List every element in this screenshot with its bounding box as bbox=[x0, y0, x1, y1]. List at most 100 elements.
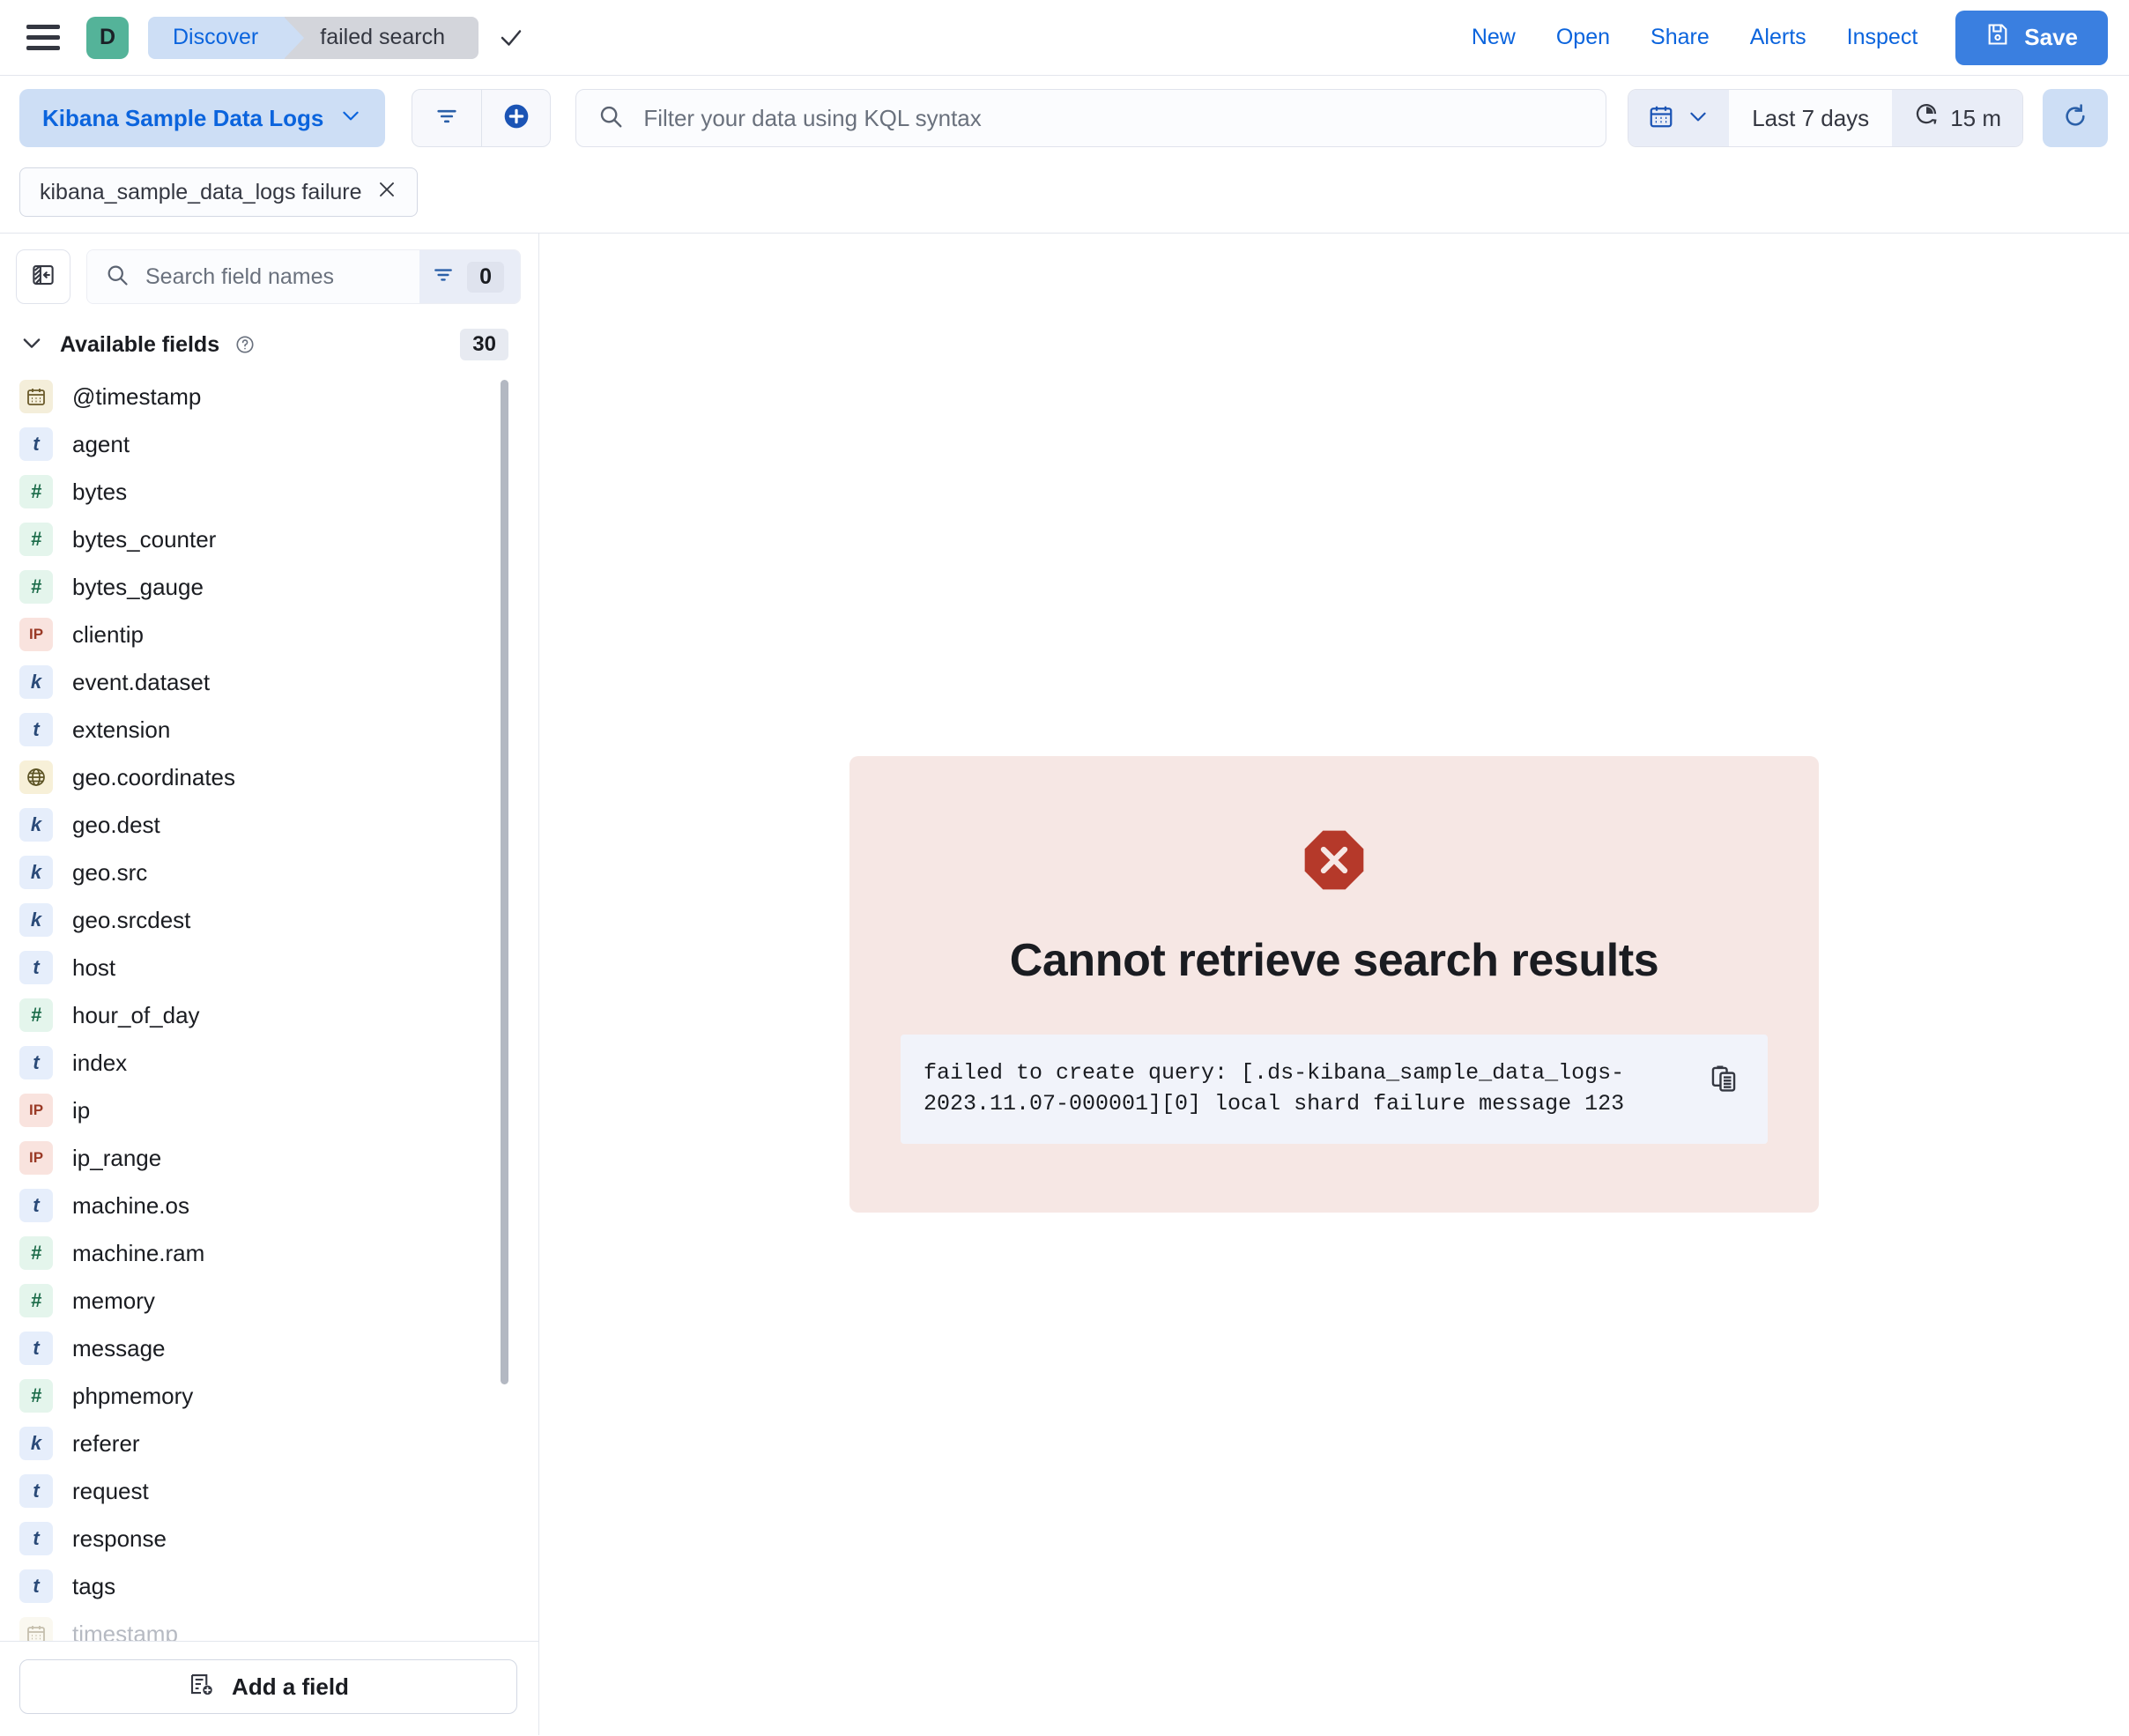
hamburger-menu-icon[interactable] bbox=[26, 19, 63, 56]
field-item[interactable]: t machine.os bbox=[19, 1182, 538, 1229]
date-quick-select-button[interactable] bbox=[1628, 90, 1730, 146]
field-item[interactable]: k geo.srcdest bbox=[19, 896, 538, 944]
data-view-selector[interactable]: Kibana Sample Data Logs bbox=[19, 89, 386, 147]
field-type-k-icon: k bbox=[19, 856, 53, 889]
field-item[interactable]: geo.coordinates bbox=[19, 753, 538, 801]
field-item[interactable]: t index bbox=[19, 1039, 538, 1087]
time-range-display[interactable]: Last 7 days bbox=[1729, 90, 1893, 146]
space-avatar[interactable]: D bbox=[86, 16, 129, 59]
filter-icon bbox=[432, 263, 455, 291]
field-type-ip-icon: IP bbox=[19, 1094, 53, 1127]
field-item[interactable]: t host bbox=[19, 944, 538, 991]
alerts-link[interactable]: Alerts bbox=[1730, 25, 1827, 50]
field-item[interactable]: # phpmemory bbox=[19, 1372, 538, 1420]
field-type-n-icon: # bbox=[19, 475, 53, 508]
inspect-link[interactable]: Inspect bbox=[1827, 25, 1939, 50]
field-name: ip bbox=[72, 1096, 91, 1124]
collapse-sidebar-button[interactable] bbox=[16, 249, 70, 304]
results-content-area: Cannot retrieve search results failed to… bbox=[539, 234, 2129, 1735]
field-list: @timestamp t agent # bytes # bytes_counter # byt… bbox=[0, 373, 538, 1641]
sidebar-footer: Add a field bbox=[0, 1641, 538, 1735]
filter-pill[interactable]: kibana_sample_data_logs failure bbox=[19, 167, 418, 217]
field-name: @timestamp bbox=[72, 382, 202, 410]
field-item[interactable]: # bytes bbox=[19, 468, 538, 516]
field-type-ip-icon: IP bbox=[19, 618, 53, 651]
refresh-interval-value: 15 m bbox=[1950, 104, 2001, 131]
add-field-icon bbox=[188, 1671, 214, 1703]
field-type-n-icon: # bbox=[19, 570, 53, 604]
breadcrumb-failed-search[interactable]: failed search bbox=[285, 16, 478, 59]
search-field-names-input[interactable]: Search field names bbox=[87, 250, 420, 303]
available-fields-label: Available fields bbox=[60, 331, 220, 357]
field-item[interactable]: @timestamp bbox=[19, 373, 538, 420]
filter-options-button[interactable] bbox=[412, 90, 481, 146]
available-fields-header[interactable]: Available fields 30 bbox=[0, 316, 538, 373]
check-icon bbox=[498, 25, 524, 51]
help-circle-icon[interactable] bbox=[235, 335, 255, 354]
field-item[interactable]: t message bbox=[19, 1324, 538, 1372]
field-item[interactable]: t agent bbox=[19, 420, 538, 468]
breadcrumb-discover[interactable]: Discover bbox=[148, 16, 305, 59]
field-type-filter-button[interactable]: 0 bbox=[419, 250, 520, 303]
error-message-text: failed to create query: [.ds-kibana_samp… bbox=[924, 1060, 1625, 1117]
field-name: request bbox=[72, 1477, 149, 1504]
field-type-t-icon: t bbox=[19, 1474, 53, 1508]
field-item[interactable]: k geo.src bbox=[19, 849, 538, 896]
open-link[interactable]: Open bbox=[1536, 25, 1630, 50]
field-list-scrollbar[interactable] bbox=[501, 373, 508, 1641]
refresh-interval-display[interactable]: 15 m bbox=[1892, 90, 2022, 146]
field-type-geo-icon bbox=[19, 760, 53, 794]
kql-search-input[interactable]: Filter your data using KQL syntax bbox=[575, 89, 1607, 147]
field-item[interactable]: IP clientip bbox=[19, 611, 538, 658]
field-item[interactable]: IP ip bbox=[19, 1087, 538, 1134]
field-name: hour_of_day bbox=[72, 1001, 200, 1028]
field-search-group: Search field names 0 bbox=[86, 249, 521, 304]
field-name: tags bbox=[72, 1572, 116, 1599]
close-icon[interactable] bbox=[376, 179, 397, 206]
field-type-date-icon bbox=[19, 380, 53, 413]
field-name: referer bbox=[72, 1429, 140, 1457]
field-item[interactable]: k referer bbox=[19, 1420, 538, 1467]
plus-circle-icon bbox=[502, 102, 530, 135]
field-item[interactable]: # machine.ram bbox=[19, 1229, 538, 1277]
filter-pill-label: kibana_sample_data_logs failure bbox=[40, 179, 362, 204]
field-item[interactable]: t extension bbox=[19, 706, 538, 753]
field-type-t-icon: t bbox=[19, 1522, 53, 1555]
field-type-t-icon: t bbox=[19, 1046, 53, 1079]
field-item[interactable]: k geo.dest bbox=[19, 801, 538, 849]
field-name: message bbox=[72, 1334, 166, 1361]
field-name: timestamp bbox=[72, 1620, 178, 1642]
field-name: bytes_counter bbox=[72, 525, 217, 553]
refresh-button[interactable] bbox=[2043, 89, 2108, 147]
search-icon bbox=[597, 103, 624, 134]
save-button[interactable]: Save bbox=[1955, 10, 2108, 65]
time-picker-group: Last 7 days 15 m bbox=[1628, 89, 2023, 147]
field-item[interactable]: # memory bbox=[19, 1277, 538, 1324]
scrollbar-thumb[interactable] bbox=[501, 380, 508, 1384]
field-type-k-icon: k bbox=[19, 903, 53, 937]
field-type-k-icon: k bbox=[19, 808, 53, 842]
field-filter-count: 0 bbox=[467, 261, 504, 293]
filter-pill-row: kibana_sample_data_logs failure bbox=[0, 160, 2129, 234]
field-item[interactable]: # hour_of_day bbox=[19, 991, 538, 1039]
field-item[interactable]: t request bbox=[19, 1467, 538, 1515]
field-name: geo.srcdest bbox=[72, 906, 191, 933]
field-name: geo.dest bbox=[72, 811, 160, 838]
add-a-field-button[interactable]: Add a field bbox=[19, 1659, 517, 1714]
filter-icon bbox=[434, 104, 459, 133]
field-item[interactable]: # bytes_gauge bbox=[19, 563, 538, 611]
field-name: index bbox=[72, 1049, 128, 1076]
field-item[interactable]: timestamp bbox=[19, 1610, 538, 1641]
field-name: bytes_gauge bbox=[72, 573, 204, 600]
copy-clipboard-icon[interactable] bbox=[1706, 1061, 1741, 1096]
save-disk-icon bbox=[1985, 22, 2010, 53]
field-item[interactable]: IP ip_range bbox=[19, 1134, 538, 1182]
share-link[interactable]: Share bbox=[1630, 25, 1730, 50]
field-item[interactable]: t response bbox=[19, 1515, 538, 1562]
field-item[interactable]: t tags bbox=[19, 1562, 538, 1610]
new-link[interactable]: New bbox=[1451, 25, 1536, 50]
field-item[interactable]: # bytes_counter bbox=[19, 516, 538, 563]
add-filter-button[interactable] bbox=[481, 90, 550, 146]
field-item[interactable]: k event.dataset bbox=[19, 658, 538, 706]
chevron-down-icon bbox=[1687, 105, 1710, 132]
